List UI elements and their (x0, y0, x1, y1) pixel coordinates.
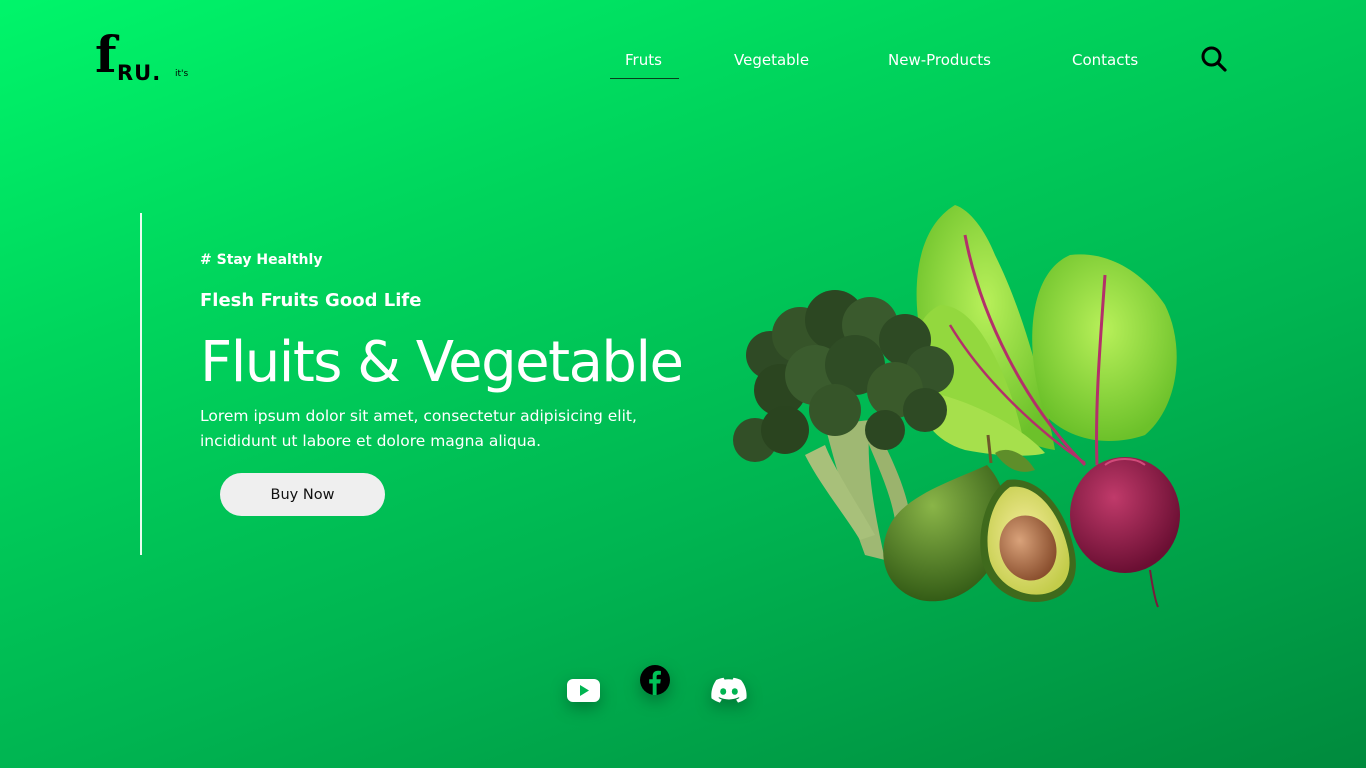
nav-item-vegetable[interactable]: Vegetable (734, 50, 809, 70)
hero-subtitle: Flesh Fruits Good Life (200, 290, 422, 311)
search-button[interactable] (1199, 44, 1229, 74)
hero-description: Lorem ipsum dolor sit amet, consectetur … (200, 407, 637, 450)
nav-item-fruts[interactable]: Fruts (625, 50, 662, 70)
beetroot (1070, 457, 1180, 608)
discord-link[interactable] (711, 676, 747, 704)
discord-icon (711, 677, 747, 703)
hero-produce-image (733, 205, 1180, 608)
hero-tag: # Stay Healthly (200, 252, 323, 268)
nav-item-new-products[interactable]: New-Products (888, 50, 991, 70)
hero-divider (140, 213, 142, 555)
active-nav-indicator (610, 78, 679, 79)
buy-now-button[interactable]: Buy Now (220, 473, 385, 516)
beet-greens (913, 205, 1177, 467)
search-icon (1201, 46, 1227, 72)
logo-mark: f (95, 25, 117, 84)
hero-title: Fluits & Vegetable (200, 330, 684, 395)
logo-tagline: it's (175, 69, 189, 79)
logo-text: RU. (117, 61, 162, 85)
youtube-link[interactable] (566, 676, 601, 704)
facebook-icon (640, 665, 670, 695)
brand-logo[interactable]: f RU. it's (95, 30, 205, 88)
nav-item-contacts[interactable]: Contacts (1072, 50, 1138, 70)
facebook-link[interactable] (639, 664, 671, 696)
youtube-icon (567, 679, 600, 702)
avocado-half (980, 434, 1076, 602)
